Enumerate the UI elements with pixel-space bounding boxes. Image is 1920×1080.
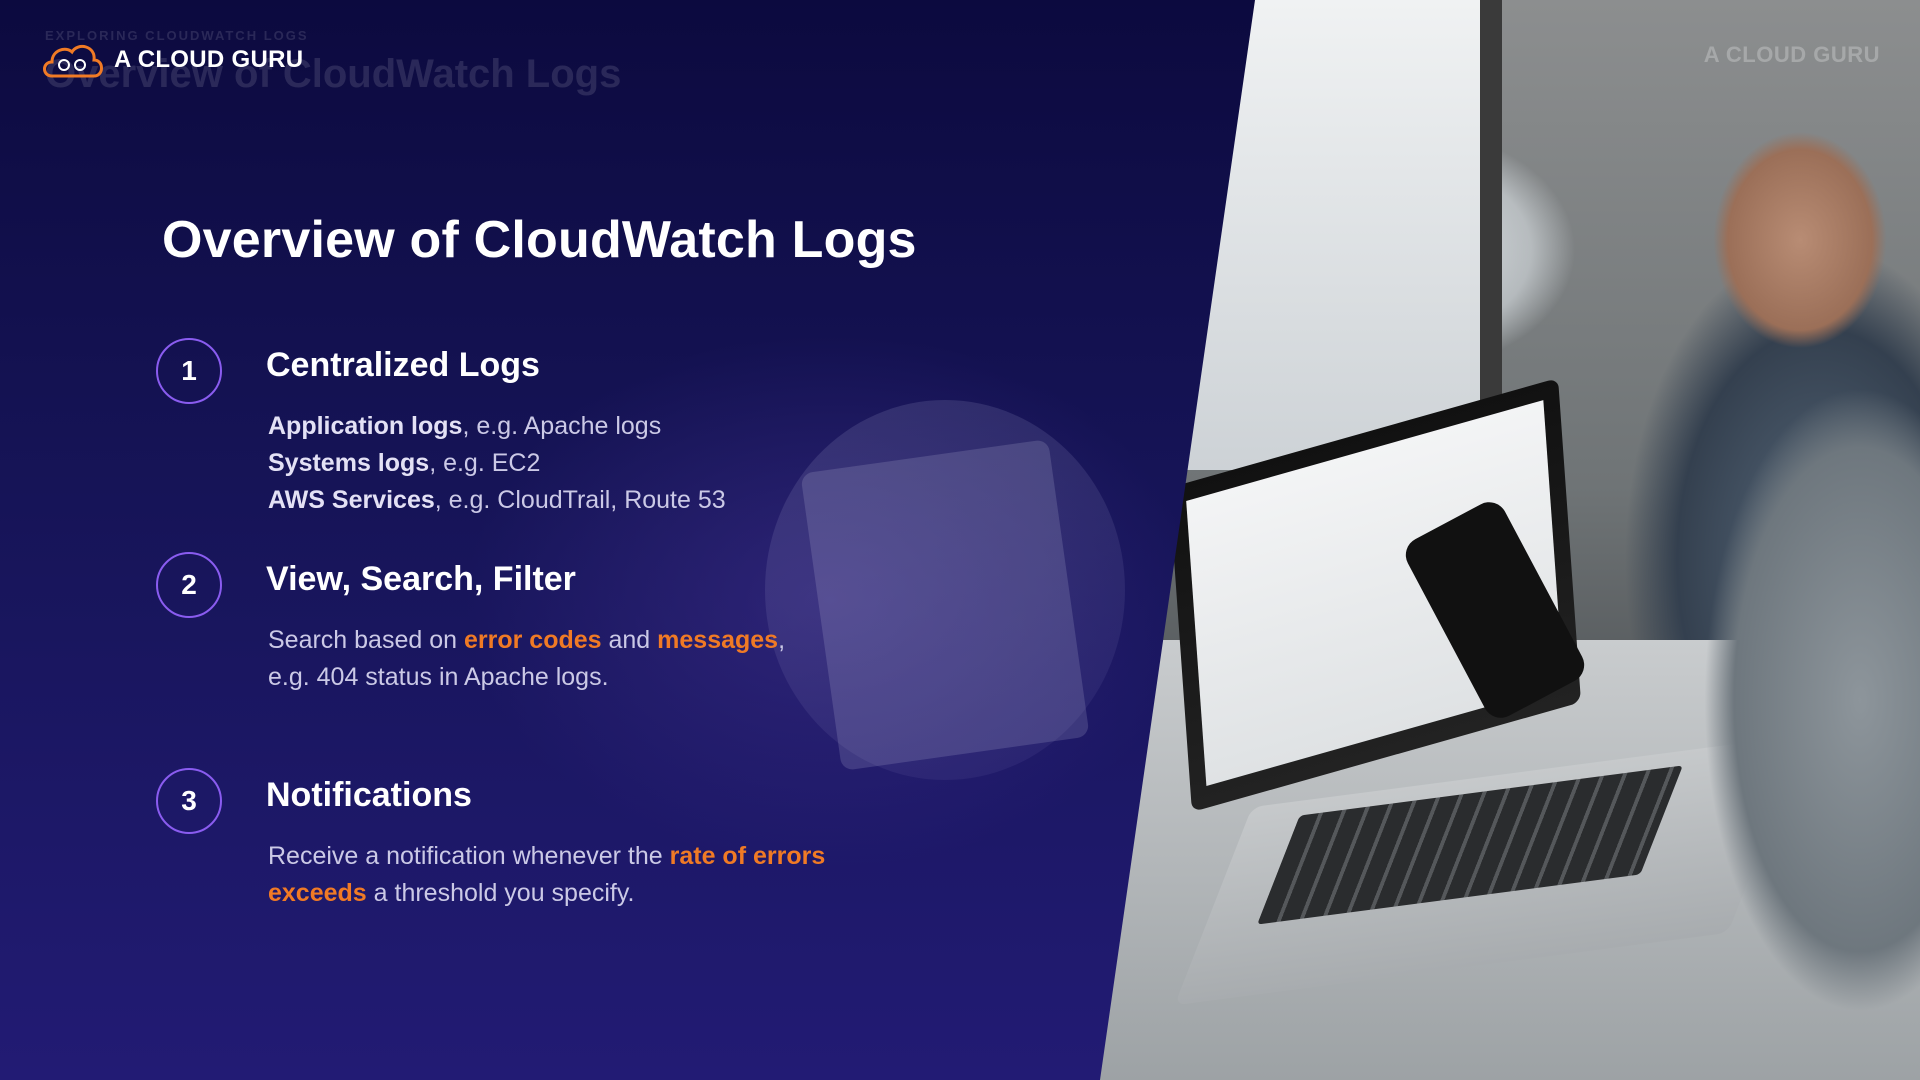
bold-term: AWS Services — [268, 486, 435, 514]
brand-logo: A CLOUD GURU — [40, 38, 303, 82]
line-text: Receive a notification whenever the — [268, 842, 670, 870]
item-title: View, Search, Filter — [266, 560, 576, 598]
description-line: AWS Services, e.g. CloudTrail, Route 53 — [268, 482, 726, 519]
item-description: Search based on error codes and messages… — [268, 622, 785, 696]
item-title: Notifications — [266, 776, 472, 814]
line-text: and — [601, 626, 658, 654]
line-text: , — [778, 626, 786, 654]
line-text: , e.g. Apache logs — [462, 412, 662, 440]
bold-term: Application logs — [268, 412, 463, 440]
item-title: Centralized Logs — [266, 346, 540, 384]
line-text: Search based on — [268, 626, 464, 654]
bold-term: Systems logs — [268, 449, 430, 477]
brand-watermark: A CLOUD GURU — [1703, 42, 1880, 67]
description-line: Search based on error codes and messages… — [268, 622, 785, 659]
highlight-term: error codes — [463, 626, 602, 654]
step-number: 1 — [156, 338, 222, 404]
line-text: , e.g. CloudTrail, Route 53 — [434, 486, 726, 514]
line-text: a threshold you specify. — [366, 879, 635, 907]
tablet-screen — [800, 439, 1090, 771]
slide-panel: EXPLORING CLOUDWATCH LOGS Overview of Cl… — [0, 0, 1255, 1080]
page-title: Overview of CloudWatch Logs — [162, 211, 917, 269]
description-line: Systems logs, e.g. EC2 — [268, 445, 726, 482]
description-line: Receive a notification whenever the rate… — [268, 838, 825, 875]
description-line: Application logs, e.g. Apache logs — [268, 408, 726, 445]
item-description: Receive a notification whenever the rate… — [268, 838, 825, 912]
description-line: exceeds a threshold you specify. — [268, 875, 825, 912]
photo-person — [1600, 60, 1920, 1080]
step-number: 2 — [156, 552, 222, 618]
highlight-term: messages — [657, 626, 779, 654]
line-text: , e.g. EC2 — [429, 449, 541, 477]
step-number: 3 — [156, 768, 222, 834]
brand-name: A CLOUD GURU — [114, 46, 304, 73]
cloud-icon — [43, 44, 103, 78]
description-line: e.g. 404 status in Apache logs. — [268, 663, 609, 691]
item-description: Application logs, e.g. Apache logs Syste… — [268, 408, 726, 519]
highlight-term: exceeds — [268, 879, 367, 907]
highlight-term: rate of errors — [669, 842, 826, 870]
